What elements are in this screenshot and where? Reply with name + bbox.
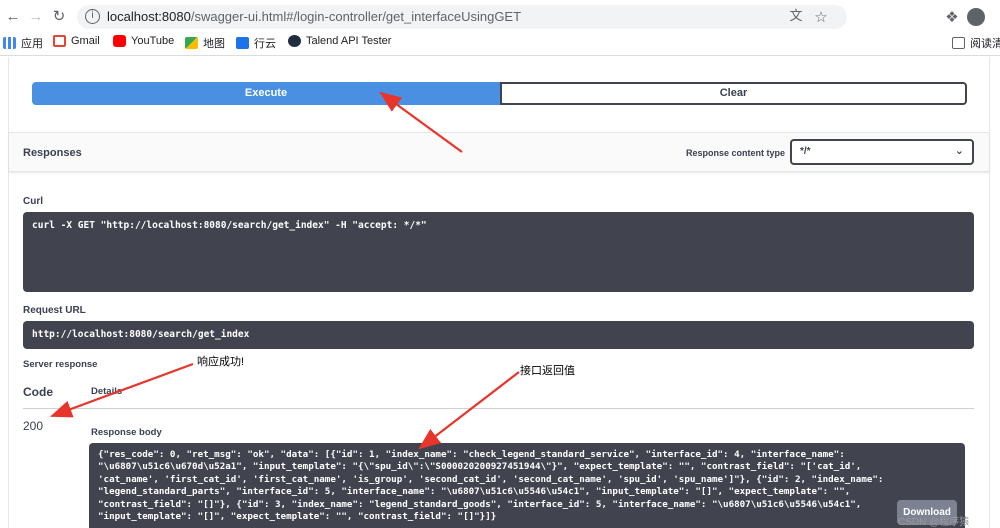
profile-avatar-icon[interactable] — [967, 8, 985, 26]
responses-header: Responses Response content type */* ⌄ — [9, 132, 989, 172]
address-url[interactable]: localhost:8080/swagger-ui.html#/login-co… — [107, 9, 521, 24]
response-body-line: "input_template": "[]", "expect_template… — [98, 511, 497, 523]
address-bar[interactable]: i localhost:8080/swagger-ui.html#/login-… — [77, 5, 847, 29]
maps-icon — [185, 37, 198, 49]
reload-icon[interactable]: ↻ — [48, 6, 70, 28]
response-body-line: "\u6807\u51c6\u670d\u52a1", "input_templ… — [98, 461, 862, 473]
response-body-label: Response body — [91, 427, 162, 438]
responses-title: Responses — [23, 147, 82, 159]
response-body-line: 'cat_name', 'first_cat_id', 'first_cat_n… — [98, 473, 884, 485]
curl-command-box[interactable]: curl -X GET "http://localhost:8080/searc… — [23, 212, 974, 292]
reading-list-icon — [952, 37, 965, 49]
reading-list[interactable]: 阅读清 — [952, 35, 1000, 51]
bookmarks-bar: 应用 Gmail YouTube 地图 行云 Talend API Tester… — [0, 33, 1000, 53]
watermark: CSDN @程序猿 — [898, 517, 970, 528]
apps-grid-icon — [3, 37, 16, 49]
swagger-page: Execute Clear Responses Response content… — [0, 57, 1000, 528]
response-content-type-select[interactable]: */* ⌄ — [790, 139, 974, 165]
status-code: 200 — [23, 419, 44, 433]
response-body-line: {"res_code": 0, "ret_msg": "ok", "data":… — [98, 449, 845, 460]
forward-arrow-icon[interactable]: → — [25, 6, 47, 28]
server-response-label: Server response — [23, 359, 98, 370]
xingyun-icon — [236, 37, 249, 49]
bookmark-star-icon[interactable]: ☆ — [810, 6, 832, 28]
return-value-annotation: 接口返回值 — [520, 365, 575, 377]
table-header-divider — [23, 408, 974, 409]
response-content-type-label: Response content type — [686, 148, 786, 158]
bookmark-youtube[interactable]: YouTube — [113, 35, 174, 47]
talend-icon — [288, 35, 301, 47]
response-body-line: "legend_standard_parts", "interface_id":… — [98, 486, 851, 498]
content-type-value: */* — [800, 146, 811, 157]
back-arrow-icon[interactable]: ← — [2, 6, 24, 28]
site-info-icon[interactable]: i — [85, 9, 100, 24]
bookmark-xingyun[interactable]: 行云 — [236, 35, 276, 51]
bookmark-gmail[interactable]: Gmail — [53, 35, 100, 47]
response-body-line: "contrast_field": "[]"}, {"id": 3, "inde… — [98, 498, 862, 510]
gmail-icon — [53, 35, 66, 47]
youtube-icon — [113, 35, 126, 47]
browser-toolbar: ← → ↻ i localhost:8080/swagger-ui.html#/… — [0, 0, 1000, 56]
details-column-header: Details — [91, 386, 123, 397]
request-url-label: Request URL — [23, 305, 86, 316]
execute-button[interactable]: Execute — [32, 82, 500, 105]
bookmark-talend[interactable]: Talend API Tester — [288, 35, 391, 47]
extensions-puzzle-icon[interactable]: ❖ — [941, 6, 963, 28]
clear-button[interactable]: Clear — [500, 82, 967, 105]
response-body-box[interactable]: {"res_code": 0, "ret_msg": "ok", "data":… — [89, 443, 965, 528]
request-url: http://localhost:8080/search/get_index — [32, 329, 250, 340]
success-annotation: 响应成功! — [197, 356, 245, 368]
curl-label: Curl — [23, 196, 43, 207]
curl-command: curl -X GET "http://localhost:8080/searc… — [32, 220, 427, 231]
bookmark-maps[interactable]: 地图 — [185, 35, 225, 51]
translate-icon[interactable]: 文 — [785, 6, 807, 28]
bookmark-apps[interactable]: 应用 — [3, 35, 43, 51]
code-column-header: Code — [23, 385, 53, 399]
chevron-down-icon: ⌄ — [954, 144, 964, 157]
request-url-box[interactable]: http://localhost:8080/search/get_index — [23, 321, 974, 349]
